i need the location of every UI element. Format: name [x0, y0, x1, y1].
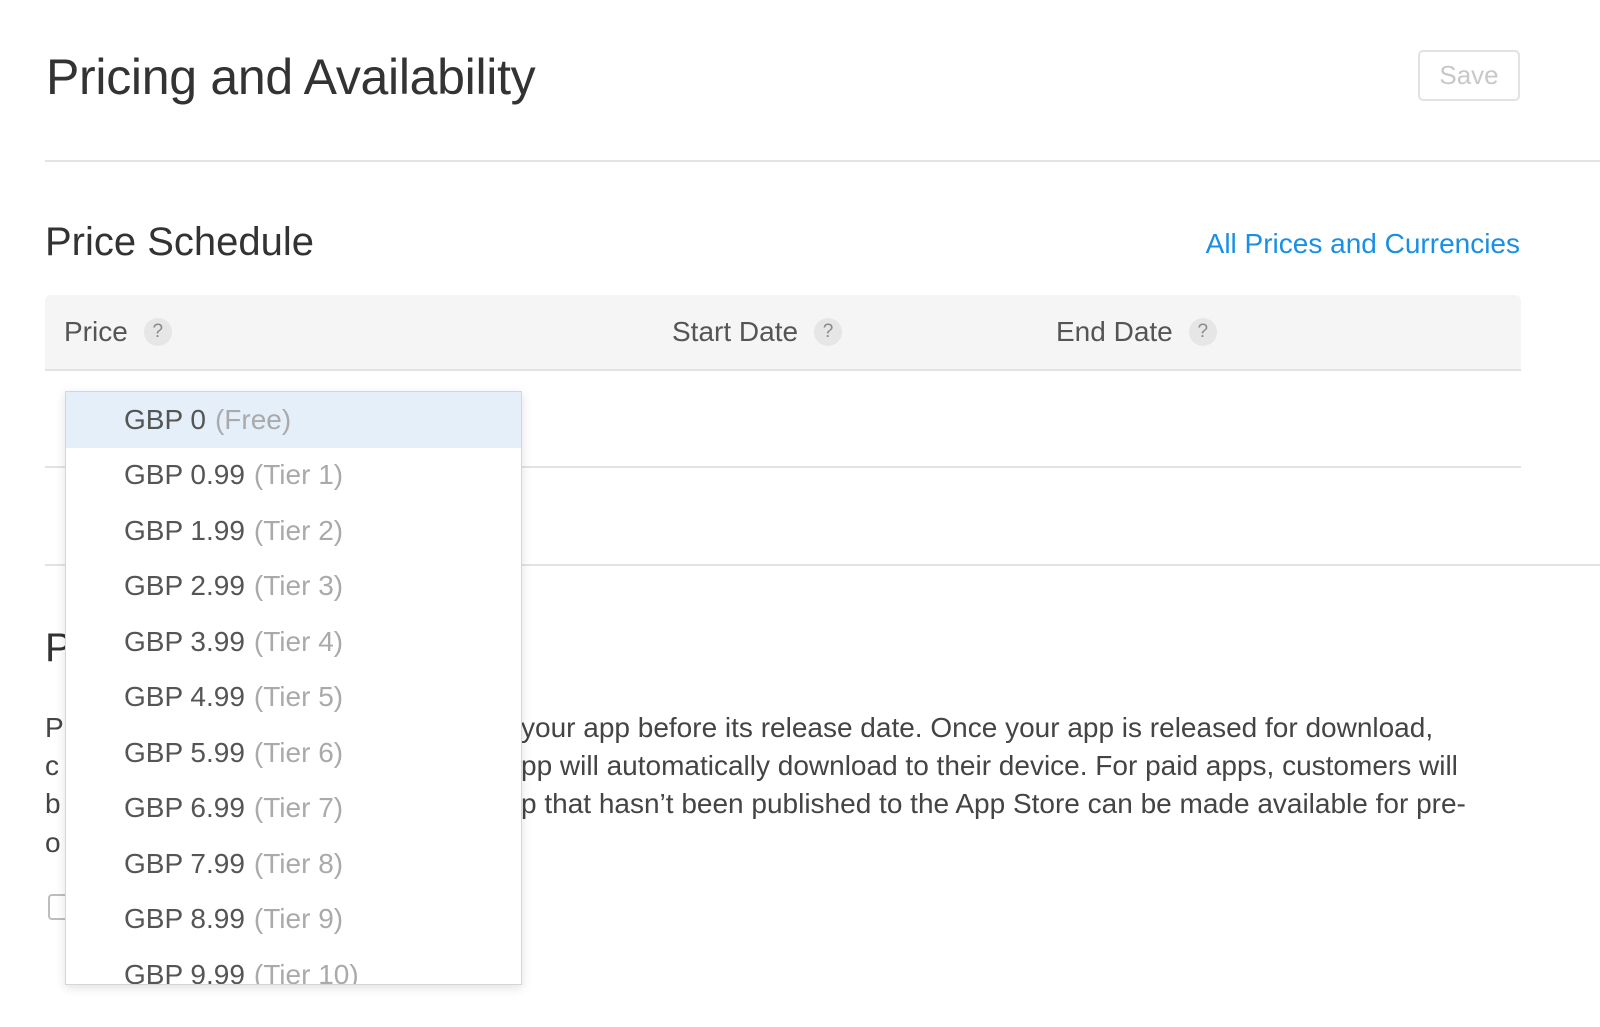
option-tier: (Tier 4)	[253, 625, 344, 657]
price-column-label: Price	[64, 316, 128, 347]
option-price: GBP 0.99	[124, 459, 245, 491]
option-tier: (Tier 3)	[253, 570, 344, 602]
option-price: GBP 2.99	[124, 570, 245, 602]
page-title: Pricing and Availability	[46, 49, 536, 105]
option-tier: (Tier 9)	[253, 903, 344, 935]
option-price: GBP 4.99	[124, 681, 245, 713]
price-schedule-title: Price Schedule	[45, 220, 315, 264]
price-option[interactable]: GBP 0 (Free)	[66, 392, 521, 448]
preorder-description-line-left: b	[45, 788, 61, 819]
option-tier: (Tier 5)	[253, 681, 344, 713]
price-option[interactable]: GBP 4.99 (Tier 5)	[66, 670, 521, 726]
option-tier: (Tier 10)	[253, 958, 359, 985]
price-schedule-table-header: Price ? Start Date ? End Date ?	[45, 295, 1521, 371]
start-date-column-label: Start Date	[672, 316, 799, 347]
all-prices-and-currencies-link[interactable]: All Prices and Currencies	[1206, 228, 1520, 260]
option-price: GBP 5.99	[124, 736, 245, 768]
option-price: GBP 8.99	[124, 903, 245, 935]
preorder-description-line: pp will automatically download to their …	[521, 750, 1458, 781]
preorder-description-line-left: P	[45, 712, 64, 743]
option-price: GBP 9.99	[124, 958, 245, 985]
price-option[interactable]: GBP 8.99 (Tier 9)	[66, 892, 521, 948]
option-price: GBP 3.99	[124, 625, 245, 657]
preorder-description-line: your app before its release date. Once y…	[521, 712, 1434, 743]
header-divider	[45, 160, 1600, 162]
end-date-column-label: End Date	[1056, 316, 1173, 347]
price-dropdown-list[interactable]: GBP 0 (Free) GBP 0.99 (Tier 1) GBP 1.99 …	[65, 391, 522, 985]
price-option[interactable]: GBP 0.99 (Tier 1)	[66, 448, 521, 504]
option-price: GBP 6.99	[124, 792, 245, 824]
price-option[interactable]: GBP 3.99 (Tier 4)	[66, 614, 521, 670]
price-option[interactable]: GBP 5.99 (Tier 6)	[66, 725, 521, 781]
preorder-description-line-left: o	[45, 827, 61, 858]
option-tier: (Tier 1)	[253, 459, 344, 491]
price-option[interactable]: GBP 6.99 (Tier 7)	[66, 781, 521, 837]
option-tier: (Tier 2)	[253, 514, 344, 546]
save-button[interactable]: Save	[1418, 50, 1520, 101]
start-date-help-icon[interactable]: ?	[814, 318, 843, 346]
option-price: GBP 7.99	[124, 847, 245, 879]
price-option[interactable]: GBP 7.99 (Tier 8)	[66, 836, 521, 892]
preorder-description-line-left: c	[45, 750, 59, 781]
option-tier: (Tier 8)	[253, 847, 344, 879]
option-tier: (Tier 6)	[253, 736, 344, 768]
preorder-description-line: p that hasn’t been published to the App …	[521, 788, 1466, 819]
option-tier: (Tier 7)	[253, 792, 344, 824]
price-option[interactable]: GBP 1.99 (Tier 2)	[66, 503, 521, 559]
price-option[interactable]: GBP 9.99 (Tier 10)	[66, 947, 521, 985]
start-date-column-header: Start Date ?	[672, 295, 843, 369]
option-price: GBP 0	[124, 403, 206, 435]
option-tier: (Free)	[214, 403, 292, 435]
price-column-header: Price ?	[64, 295, 172, 369]
end-date-help-icon[interactable]: ?	[1188, 318, 1217, 346]
end-date-column-header: End Date ?	[1056, 295, 1217, 369]
price-help-icon[interactable]: ?	[143, 318, 172, 346]
option-price: GBP 1.99	[124, 514, 245, 546]
price-option[interactable]: GBP 2.99 (Tier 3)	[66, 559, 521, 615]
